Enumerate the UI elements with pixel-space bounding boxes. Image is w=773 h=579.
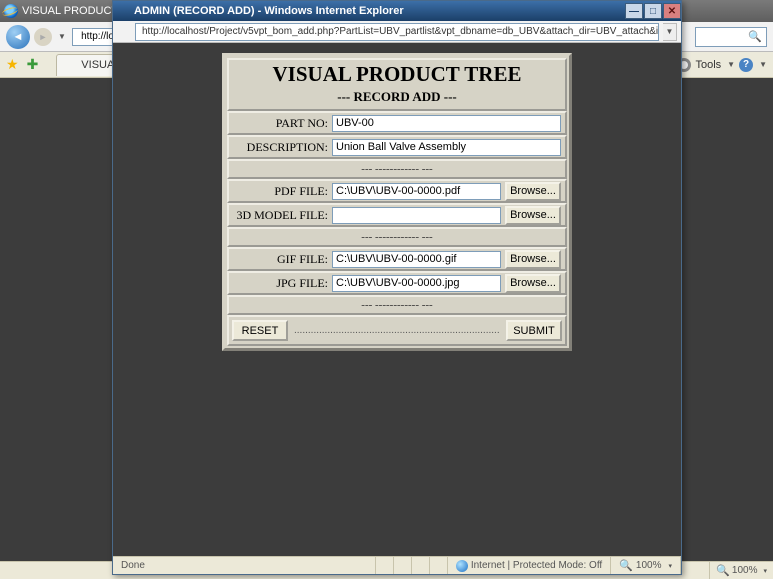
status-done-text: Done [121,560,145,571]
forward-button-icon: ► [34,28,52,46]
nav-history-dropdown[interactable]: ▼ [58,32,66,41]
label-description: DESCRIPTION: [233,140,328,155]
search-icon[interactable]: 🔍 [744,30,766,43]
row-part-no: PART NO: [227,111,567,135]
background-zoom-control[interactable]: 🔍 100% ▾ [709,562,773,579]
status-empty [412,557,430,574]
form-subheading: --- RECORD ADD --- [229,87,565,109]
background-zoom-value: 100% [732,565,758,576]
label-jpg-file: JPG FILE: [233,276,328,291]
popup-titlebar[interactable]: ADMIN (RECORD ADD) - Windows Internet Ex… [113,1,681,21]
row-model-file: 3D MODEL FILE: Browse... [227,203,567,227]
separator: --- ------------ --- [227,295,567,315]
magnifier-icon: 🔍 [619,559,633,572]
label-gif-file: GIF FILE: [233,252,328,267]
input-model-file[interactable] [332,207,501,224]
row-jpg-file: JPG FILE: Browse... [227,271,567,295]
form-heading: VISUAL PRODUCT TREE [229,62,565,87]
tools-menu-label[interactable]: Tools [695,59,721,71]
popup-ie-window: ADMIN (RECORD ADD) - Windows Internet Ex… [112,0,682,575]
ie-icon [4,4,18,18]
label-model-file: 3D MODEL FILE: [233,208,328,223]
popup-statusbar: Done Internet | Protected Mode: Off 🔍 10… [113,556,681,574]
form-heading-box: VISUAL PRODUCT TREE --- RECORD ADD --- [227,58,567,111]
reset-button[interactable]: RESET [232,320,288,341]
zoom-dropdown-icon[interactable]: ▾ [763,567,767,575]
popup-title-text: ADMIN (RECORD ADD) - Windows Internet Ex… [134,5,404,17]
status-empty [394,557,412,574]
status-done: Done [113,557,376,574]
row-pdf-file: PDF FILE: Browse... [227,179,567,203]
row-gif-file: GIF FILE: Browse... [227,247,567,271]
separator: --- ------------ --- [227,159,567,179]
input-jpg-file[interactable] [332,275,501,292]
label-part-no: PART NO: [233,116,328,131]
row-buttons: RESET ..................................… [227,315,567,346]
label-pdf-file: PDF FILE: [233,184,328,199]
maximize-button[interactable]: □ [644,3,662,19]
browse-pdf-button[interactable]: Browse... [505,182,561,201]
input-description[interactable] [332,139,561,156]
back-button-icon[interactable]: ◄ [6,25,30,49]
help-dropdown-icon[interactable]: ▼ [759,60,767,69]
popup-zoom-value: 100% [636,560,662,571]
status-zone-text: Internet | Protected Mode: Off [471,560,602,571]
ie-icon [117,5,130,18]
popup-zoom-control[interactable]: 🔍 100% ▾ [611,557,681,574]
ie-icon [65,59,77,71]
search-box[interactable]: 🔍 [695,27,767,47]
close-button[interactable]: ✕ [663,3,681,19]
popup-body: VISUAL PRODUCT TREE --- RECORD ADD --- P… [113,43,681,556]
nav-back-forward[interactable]: ◄ ► ▼ [6,25,66,49]
popup-url-text: http://localhost/Project/v5vpt_bom_add.p… [142,26,659,37]
browse-model-button[interactable]: Browse... [505,206,561,225]
input-part-no[interactable] [332,115,561,132]
browse-gif-button[interactable]: Browse... [505,250,561,269]
add-favorite-icon[interactable]: ✚ [27,56,39,73]
separator: --- ------------ --- [227,227,567,247]
tools-dropdown-icon[interactable]: ▼ [727,60,735,69]
browse-jpg-button[interactable]: Browse... [505,274,561,293]
input-gif-file[interactable] [332,251,501,268]
magnifier-icon: 🔍 [716,564,730,577]
submit-button[interactable]: SUBMIT [506,320,562,341]
zoom-dropdown-icon[interactable]: ▾ [668,562,672,570]
input-pdf-file[interactable] [332,183,501,200]
ie-icon [117,25,131,39]
help-icon[interactable]: ? [739,58,753,72]
popup-address-bar: http://localhost/Project/v5vpt_bom_add.p… [113,21,681,43]
record-add-form: VISUAL PRODUCT TREE --- RECORD ADD --- P… [222,53,572,351]
status-empty [430,557,448,574]
row-description: DESCRIPTION: [227,135,567,159]
minimize-button[interactable]: — [625,3,643,19]
dots-filler: ........................................… [294,325,500,336]
globe-icon [456,560,468,572]
favorites-icon[interactable]: ★ [6,56,19,73]
status-empty [376,557,394,574]
ie-icon [75,31,79,42]
status-zone: Internet | Protected Mode: Off [448,557,611,574]
popup-url-box[interactable]: http://localhost/Project/v5vpt_bom_add.p… [135,23,659,41]
address-dropdown-icon[interactable]: ▼ [663,23,677,41]
